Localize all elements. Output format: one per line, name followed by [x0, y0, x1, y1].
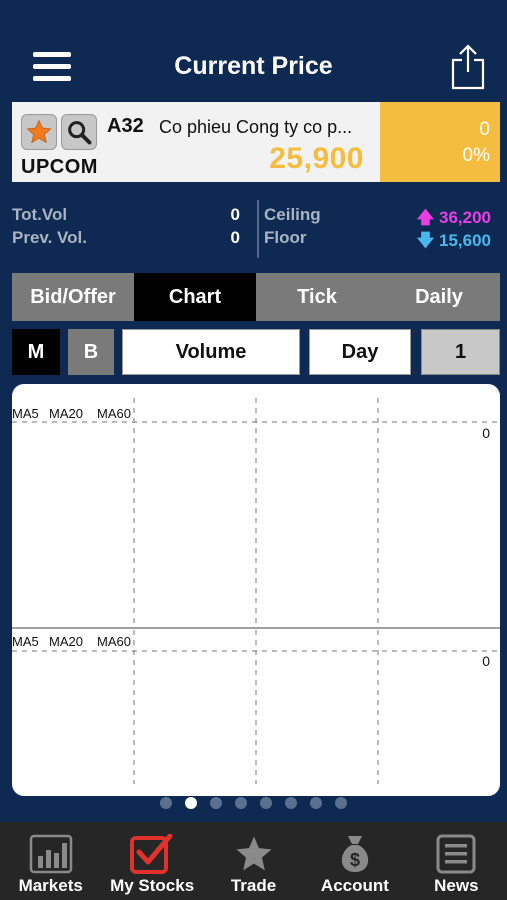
- bottom-ma60-label: MA60: [97, 634, 131, 649]
- bar-chart-icon: [29, 832, 73, 876]
- page-dot[interactable]: [160, 797, 172, 809]
- top-ma20-label: MA20: [49, 406, 83, 421]
- share-icon[interactable]: [451, 44, 485, 90]
- prev-vol-value: 0: [230, 228, 240, 247]
- header: Current Price: [0, 0, 507, 100]
- exchange-label: UPCOM: [21, 156, 98, 178]
- stats-panel: Tot.Vol 0 Prev. Vol. 0 Ceiling 🡅 36,200 …: [12, 200, 500, 265]
- tab-chart[interactable]: Chart: [134, 273, 256, 321]
- tabbar-account[interactable]: $ Account: [304, 822, 405, 900]
- tabbar-trade-label: Trade: [230, 876, 277, 895]
- indicator-select[interactable]: Volume: [122, 329, 300, 375]
- stock-info-panel: UPCOM A32 Co phieu Cong ty co p... 25,90…: [12, 102, 380, 182]
- tabbar-trade[interactable]: Trade: [203, 822, 304, 900]
- price-change-panel: 0 0%: [380, 102, 500, 182]
- chart-panel[interactable]: MA5 MA20 MA60 0 MA5 MA20 MA60 0: [12, 384, 500, 796]
- tot-vol-label: Tot.Vol: [12, 205, 68, 224]
- page-title: Current Price: [174, 52, 333, 80]
- bottom-axis-value: 0: [482, 653, 490, 669]
- page-dot[interactable]: [335, 797, 347, 809]
- svg-text:$: $: [350, 850, 360, 870]
- m-button[interactable]: M: [12, 329, 60, 375]
- tab-daily[interactable]: Daily: [378, 273, 500, 321]
- page-dot[interactable]: [260, 797, 272, 809]
- search-button[interactable]: [61, 114, 97, 150]
- tabbar-my-stocks[interactable]: My Stocks: [101, 822, 202, 900]
- chart-controls: M B Volume Day 1: [12, 329, 500, 375]
- section-tabs: Bid/Offer Chart Tick Daily: [12, 273, 500, 321]
- period-select[interactable]: Day: [309, 329, 411, 375]
- page-dot[interactable]: [235, 797, 247, 809]
- newspaper-icon: [434, 832, 478, 876]
- page-dot[interactable]: [285, 797, 297, 809]
- tab-bid-offer[interactable]: Bid/Offer: [12, 273, 134, 321]
- arrow-up-icon: 🡅: [416, 208, 435, 227]
- bottom-ma5-label: MA5: [12, 634, 39, 649]
- stats-divider: [257, 200, 259, 258]
- tabbar-markets[interactable]: Markets: [0, 822, 101, 900]
- interval-select[interactable]: 1: [421, 329, 500, 375]
- tabbar-account-label: Account: [320, 876, 389, 895]
- price-change-percent: 0%: [462, 145, 490, 166]
- top-ma60-label: MA60: [97, 406, 131, 421]
- ceiling-label: Ceiling: [264, 205, 321, 224]
- top-ma5-label: MA5: [12, 406, 39, 421]
- money-bag-icon: $: [333, 832, 377, 876]
- tabbar-my-stocks-label: My Stocks: [110, 876, 195, 895]
- page-dot[interactable]: [185, 797, 197, 809]
- favorite-button[interactable]: [21, 114, 57, 150]
- stock-symbol: A32: [107, 115, 144, 137]
- top-axis-value: 0: [482, 425, 490, 441]
- tot-vol-value: 0: [230, 205, 240, 224]
- b-button[interactable]: B: [68, 329, 114, 375]
- page-dot[interactable]: [310, 797, 322, 809]
- search-icon: [68, 121, 92, 145]
- current-price: 25,900: [269, 142, 364, 175]
- floor-label: Floor: [264, 228, 307, 247]
- stock-card: UPCOM A32 Co phieu Cong ty co p... 25,90…: [12, 102, 500, 182]
- tabbar-markets-label: Markets: [18, 876, 83, 895]
- bottom-ma20-label: MA20: [49, 634, 83, 649]
- price-change: 0: [479, 119, 490, 140]
- tabbar-news-label: News: [434, 876, 479, 895]
- ceiling-value: 36,200: [439, 208, 491, 227]
- floor-value-group: 🡇 15,600: [417, 228, 491, 257]
- page-dot[interactable]: [210, 797, 222, 809]
- page-indicator: [0, 797, 507, 811]
- company-name: Co phieu Cong ty co p...: [159, 117, 353, 137]
- arrow-down-icon: 🡇: [416, 231, 435, 250]
- tab-tick[interactable]: Tick: [256, 273, 378, 321]
- star-icon: [26, 119, 52, 144]
- prev-vol-label: Prev. Vol.: [12, 228, 87, 247]
- floor-value: 15,600: [439, 231, 491, 250]
- checkbox-icon: [130, 832, 174, 876]
- chart-canvas: MA5 MA20 MA60 0 MA5 MA20 MA60 0: [12, 398, 500, 784]
- star-icon: [232, 832, 276, 876]
- bottom-tab-bar: Markets My Stocks Trade $ Account News: [0, 822, 507, 900]
- tabbar-news[interactable]: News: [406, 822, 507, 900]
